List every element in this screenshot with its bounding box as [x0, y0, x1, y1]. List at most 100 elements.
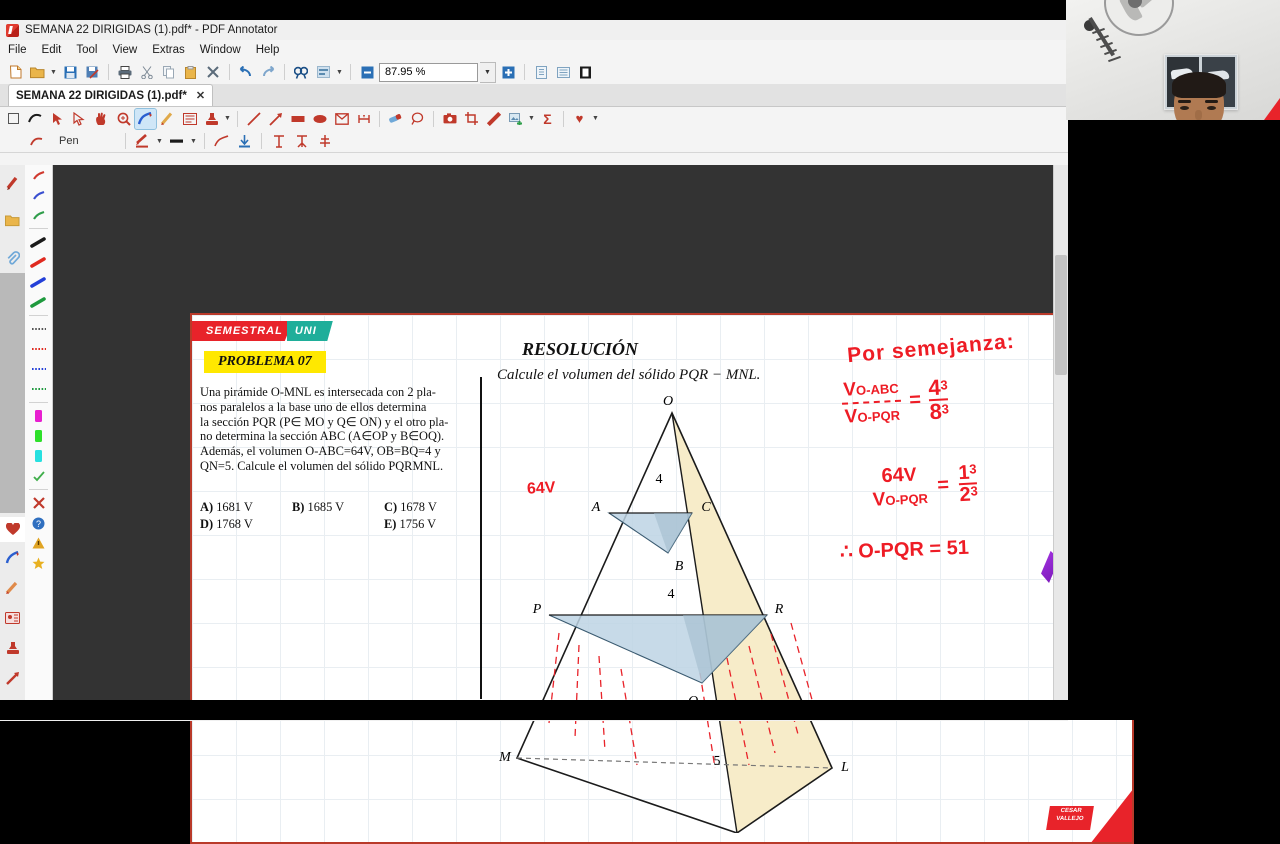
panel-toggle-icon[interactable]: [3, 109, 24, 129]
favorites-caret-icon[interactable]: ▼: [591, 109, 600, 129]
stamp-icon[interactable]: [201, 109, 222, 129]
pen-red-icon[interactable]: [25, 252, 52, 272]
dotted-red-icon[interactable]: [25, 339, 52, 359]
stamp-red-icon[interactable]: [0, 635, 25, 660]
cut-icon[interactable]: [137, 62, 157, 82]
pdf-page[interactable]: SEMESTRAL UNI PROBLEMA 07 Una pirámide O…: [190, 313, 1134, 844]
vertical-scrollbar[interactable]: [1053, 165, 1068, 700]
highlighter-tool-icon[interactable]: [157, 109, 178, 129]
check-green-icon[interactable]: [25, 466, 52, 486]
bookmark-red-icon[interactable]: [0, 171, 25, 196]
menu-item-edit[interactable]: Edit: [42, 44, 62, 56]
pen-color-icon[interactable]: [132, 131, 153, 151]
eraser-icon[interactable]: [385, 109, 406, 129]
favorites-heart-icon[interactable]: ♥: [569, 109, 590, 129]
warning-amber-icon[interactable]: [25, 533, 52, 553]
new-document-icon[interactable]: [5, 62, 25, 82]
align-middle-icon[interactable]: [291, 131, 312, 151]
favorites-heart-icon[interactable]: [0, 517, 25, 542]
redo-icon[interactable]: [258, 62, 278, 82]
pen-blue-tool-icon[interactable]: [0, 545, 25, 570]
pencil-tool-icon[interactable]: [0, 575, 25, 600]
fit-page-icon[interactable]: [531, 62, 551, 82]
pen-color-caret-icon[interactable]: ▼: [155, 131, 164, 151]
full-screen-icon[interactable]: [575, 62, 595, 82]
find-icon[interactable]: [291, 62, 311, 82]
close-tab-icon[interactable]: ✕: [196, 89, 205, 102]
arrow-red-icon[interactable]: [0, 665, 25, 690]
answer-option-a[interactable]: A) 1681 V: [200, 500, 292, 515]
paste-icon[interactable]: [181, 62, 201, 82]
answer-option-d[interactable]: D) 1768 V: [200, 517, 292, 532]
menu-item-window[interactable]: Window: [200, 44, 241, 56]
pages-folder-icon[interactable]: [0, 208, 25, 233]
lasso-eraser-icon[interactable]: [407, 109, 428, 129]
document-tab[interactable]: SEMANA 22 DIRIGIDAS (1).pdf* ✕: [8, 84, 214, 106]
answer-option-c[interactable]: C) 1678 V: [384, 500, 476, 515]
delete-icon[interactable]: [203, 62, 223, 82]
highlighter-green-icon[interactable]: [25, 426, 52, 446]
attachments-clip-icon[interactable]: [0, 245, 25, 270]
insert-image-caret-icon[interactable]: ▼: [527, 109, 536, 129]
smoothing-icon[interactable]: [211, 131, 232, 151]
highlight-text-icon[interactable]: [313, 62, 333, 82]
align-top-icon[interactable]: [268, 131, 289, 151]
magnifier-icon[interactable]: [113, 109, 134, 129]
pen-green-icon[interactable]: [25, 292, 52, 312]
text-box-icon[interactable]: [179, 109, 200, 129]
arrow-tool-icon[interactable]: [265, 109, 286, 129]
save-icon[interactable]: [60, 62, 80, 82]
zoom-in-icon[interactable]: [498, 62, 518, 82]
answer-option-e[interactable]: E) 1756 V: [384, 517, 476, 532]
zoom-dropdown-caret-icon[interactable]: ▼: [480, 61, 496, 83]
print-icon[interactable]: [115, 62, 135, 82]
crop-icon[interactable]: [461, 109, 482, 129]
save-as-icon[interactable]: [82, 62, 102, 82]
cross-red-icon[interactable]: [25, 493, 52, 513]
stamp-card-icon[interactable]: [0, 605, 25, 630]
menu-item-view[interactable]: View: [112, 44, 137, 56]
measure-tool-icon[interactable]: [353, 109, 374, 129]
menu-item-help[interactable]: Help: [256, 44, 280, 56]
undo-icon[interactable]: [236, 62, 256, 82]
ellipse-tool-icon[interactable]: [309, 109, 330, 129]
pen-tool-icon[interactable]: [134, 107, 157, 130]
menu-item-file[interactable]: File: [8, 44, 27, 56]
pen-red-small-icon[interactable]: [25, 165, 52, 185]
dock-scrollbar[interactable]: [0, 273, 25, 513]
pen-green-small-icon[interactable]: [25, 205, 52, 225]
zoom-out-icon[interactable]: [357, 62, 377, 82]
fit-width-icon[interactable]: [553, 62, 573, 82]
pressure-icon[interactable]: [234, 131, 255, 151]
polygon-tool-icon[interactable]: [331, 109, 352, 129]
star-amber-icon[interactable]: [25, 553, 52, 573]
scrollbar-thumb[interactable]: [1055, 255, 1067, 375]
pen-thickness-caret-icon[interactable]: ▼: [189, 131, 198, 151]
highlight-dropdown-caret-icon[interactable]: ▼: [335, 62, 344, 82]
pen-blue-small-icon[interactable]: [25, 185, 52, 205]
menu-item-extras[interactable]: Extras: [152, 44, 185, 56]
copy-icon[interactable]: [159, 62, 179, 82]
open-dropdown-caret-icon[interactable]: ▼: [49, 62, 58, 82]
dotted-green-icon[interactable]: [25, 379, 52, 399]
open-folder-icon[interactable]: [27, 62, 47, 82]
highlighter-magenta-icon[interactable]: [25, 406, 52, 426]
camera-snapshot-icon[interactable]: [439, 109, 460, 129]
pen-black-icon[interactable]: [25, 232, 52, 252]
select-mode-icon[interactable]: [25, 109, 46, 129]
line-tool-icon[interactable]: [243, 109, 264, 129]
stamp-dropdown-caret-icon[interactable]: ▼: [223, 109, 232, 129]
highlighter-cyan-icon[interactable]: [25, 446, 52, 466]
question-blue-icon[interactable]: ?: [25, 513, 52, 533]
webcam-overlay[interactable]: [1066, 0, 1280, 120]
pen-blue-icon[interactable]: [25, 272, 52, 292]
answer-option-b[interactable]: B) 1685 V: [292, 500, 384, 515]
menu-item-tool[interactable]: Tool: [76, 44, 97, 56]
hand-pan-icon[interactable]: [91, 109, 112, 129]
formula-sigma-icon[interactable]: Σ: [537, 109, 558, 129]
dotted-black-icon[interactable]: [25, 319, 52, 339]
pointer-icon[interactable]: [47, 109, 68, 129]
lasso-select-icon[interactable]: [69, 109, 90, 129]
rectangle-tool-icon[interactable]: [287, 109, 308, 129]
align-bottom-icon[interactable]: [314, 131, 335, 151]
